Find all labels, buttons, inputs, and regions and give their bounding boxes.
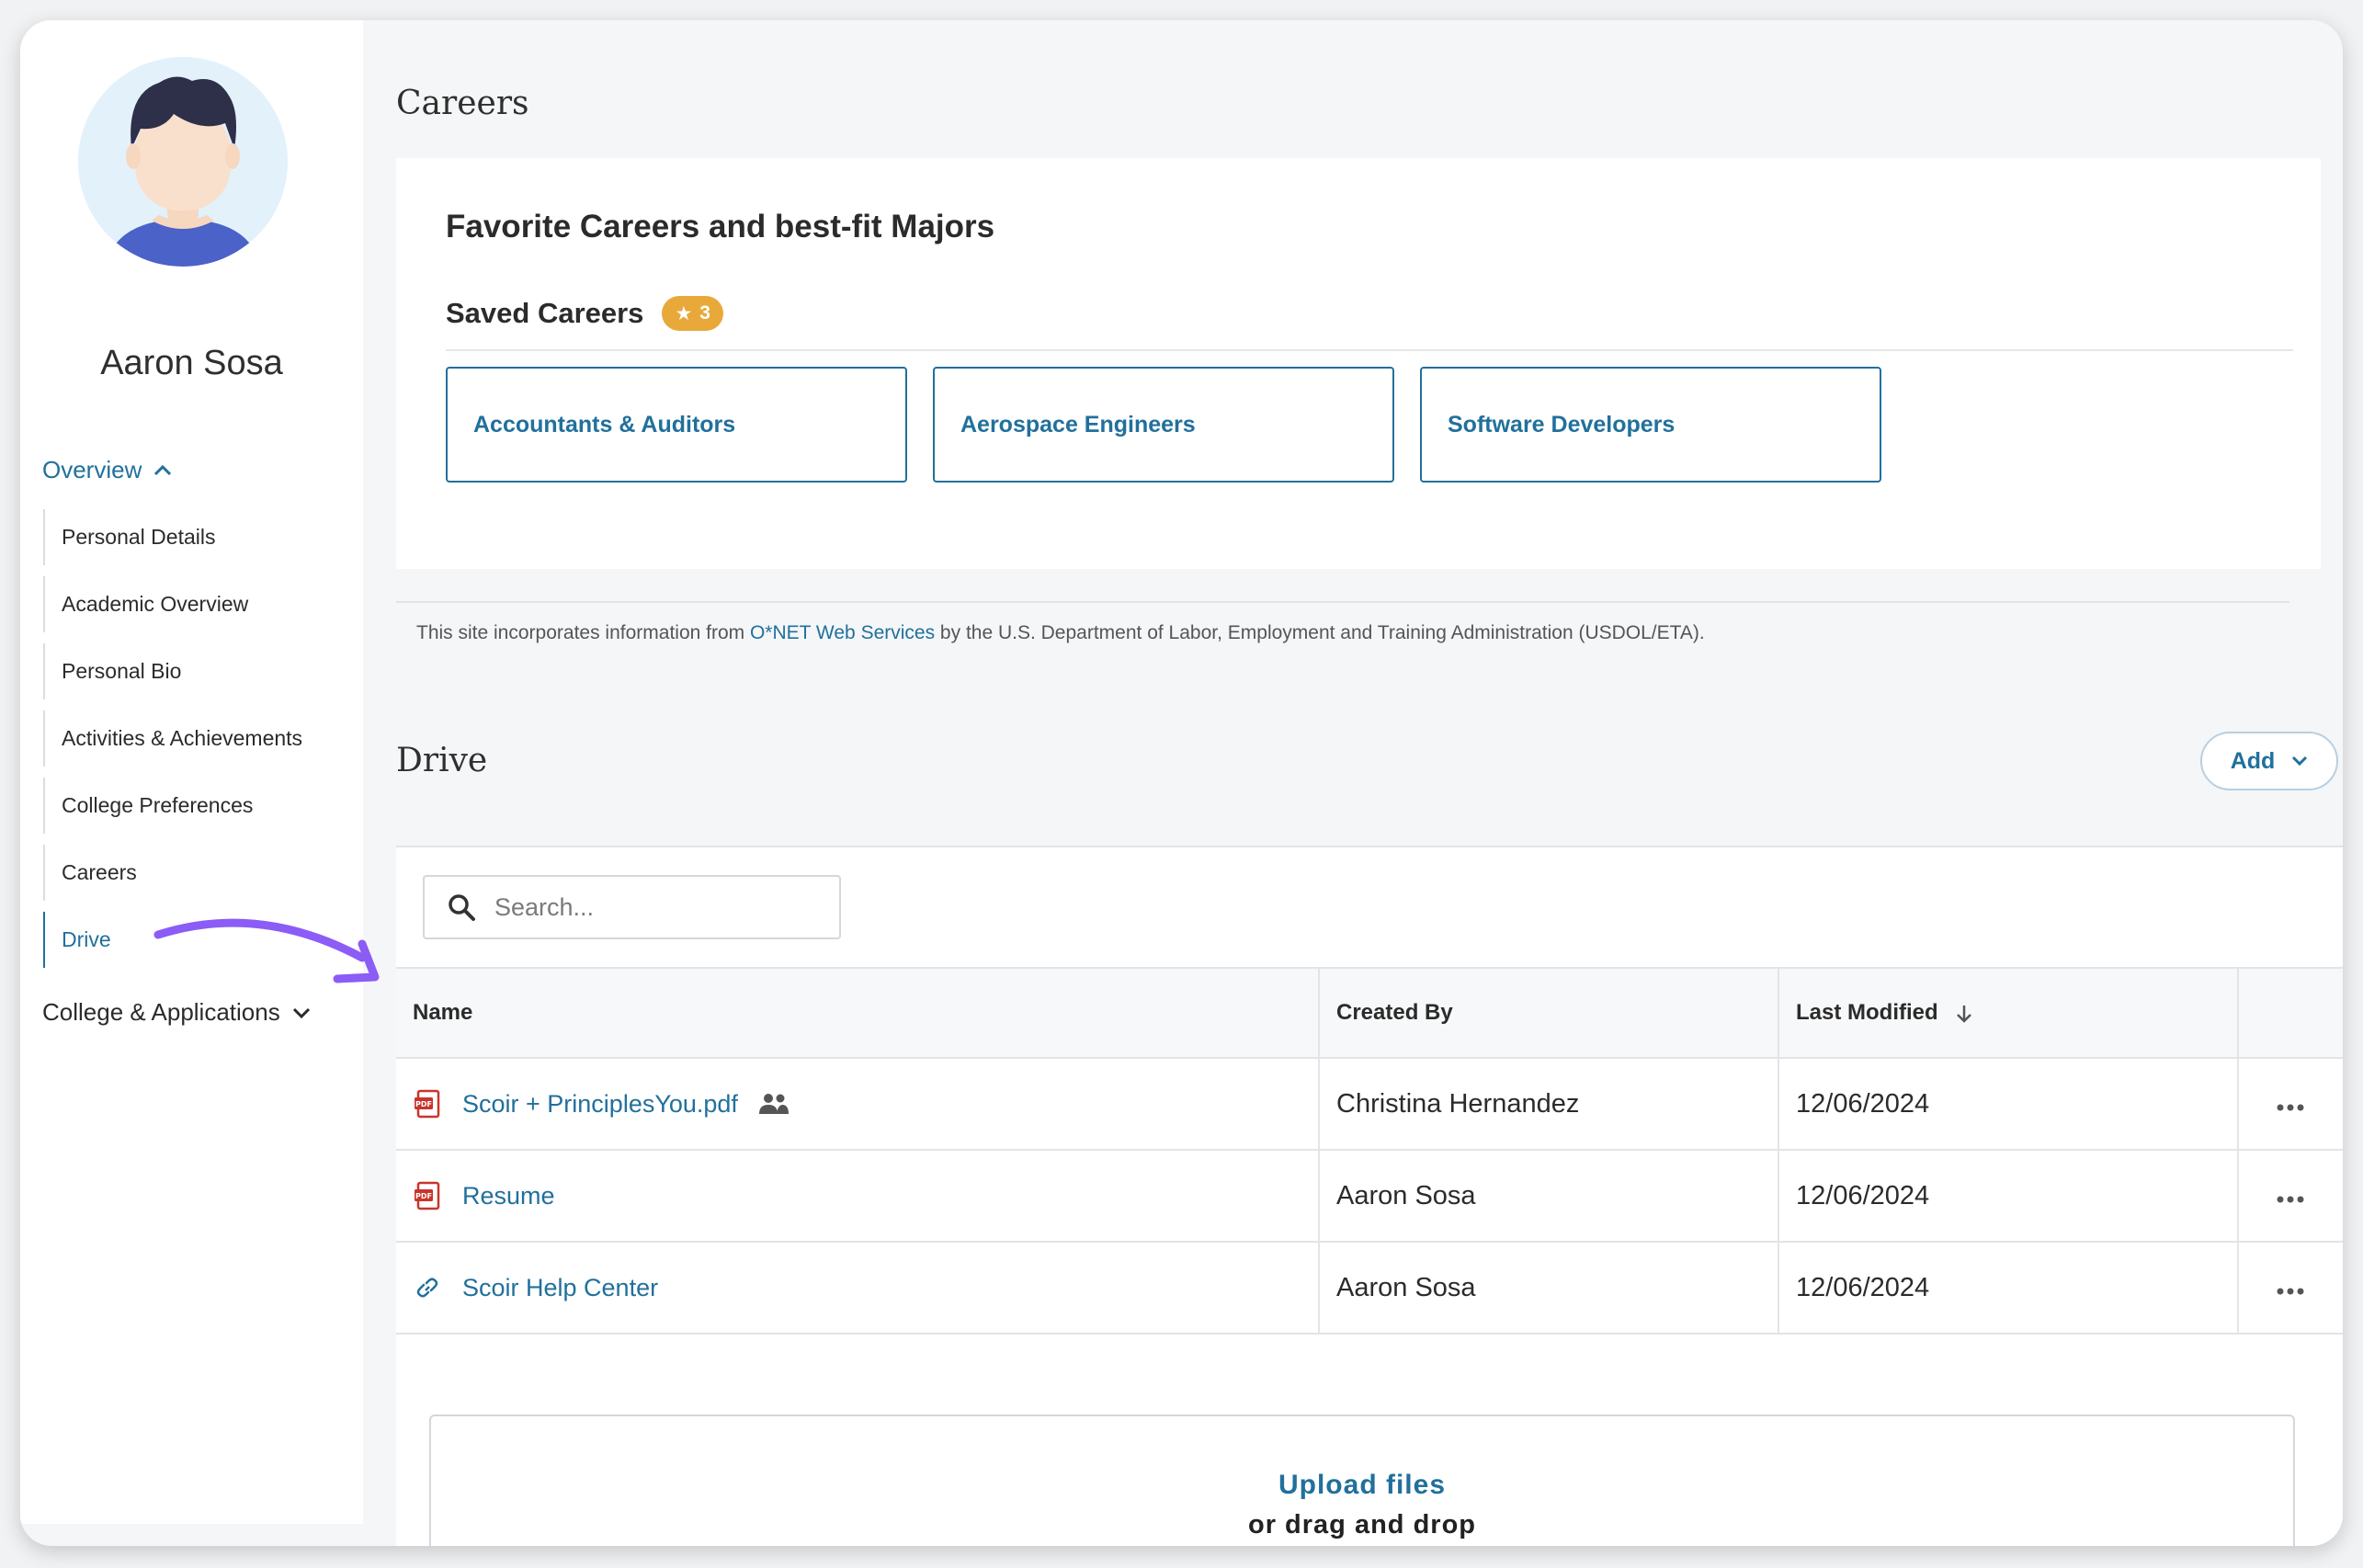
upload-dropzone[interactable]: Upload files or drag and drop: [429, 1415, 2295, 1546]
search-icon: [449, 894, 475, 921]
saved-careers-header: Saved Careers ★ 3: [446, 296, 723, 331]
svg-text:PDF: PDF: [415, 1100, 432, 1108]
created-by-cell: Christina Hernandez: [1318, 1058, 1778, 1151]
svg-text:PDF: PDF: [415, 1192, 432, 1200]
careers-card: Favorite Careers and best-fit Majors Sav…: [396, 158, 2321, 569]
nav-item-activities-achievements[interactable]: Activities & Achievements: [43, 710, 356, 767]
saved-careers-label: Saved Careers: [446, 297, 644, 329]
file-name-cell: Scoir Help Center: [396, 1242, 1319, 1335]
search-box: [423, 875, 841, 939]
divider: [446, 349, 2293, 351]
created-by-cell: Aaron Sosa: [1318, 1242, 1778, 1335]
more-horizontal-icon: [2277, 1288, 2304, 1294]
column-header-actions: [2237, 967, 2343, 1059]
more-options-button[interactable]: [2237, 1058, 2343, 1151]
table-row: Scoir Help Center Aaron Sosa 12/06/2024: [396, 1242, 2343, 1335]
add-button-label: Add: [2230, 747, 2276, 774]
avatar-illustration: [78, 57, 288, 267]
file-name-wrapper: PDF Scoir + PrinciplesYou.pdf: [413, 1088, 1317, 1119]
created-by-cell: Aaron Sosa: [1318, 1150, 1778, 1243]
saved-count: 3: [699, 302, 710, 324]
divider: [396, 601, 2289, 603]
nav-overview-label: Overview: [42, 456, 142, 483]
file-link[interactable]: Scoir Help Center: [462, 1274, 658, 1302]
column-header-created-by[interactable]: Created By: [1318, 967, 1778, 1059]
file-link[interactable]: Scoir + PrinciplesYou.pdf: [462, 1090, 738, 1119]
file-name-cell: PDF Scoir + PrinciplesYou.pdf: [396, 1058, 1319, 1151]
link-icon: [416, 1278, 438, 1298]
page-title: Careers: [396, 85, 529, 122]
drive-title: Drive: [396, 742, 488, 779]
star-icon: ★: [675, 302, 693, 324]
career-tile-software[interactable]: Software Developers: [1420, 367, 1881, 483]
nav-item-personal-bio[interactable]: Personal Bio: [43, 643, 356, 699]
more-horizontal-icon: [2277, 1196, 2304, 1202]
nav-item-personal-details[interactable]: Personal Details: [43, 509, 356, 565]
onet-link[interactable]: O*NET Web Services: [750, 622, 935, 643]
upload-files-link[interactable]: Upload files: [431, 1470, 2293, 1501]
sidebar: Aaron Sosa Overview Personal Details Aca…: [20, 20, 363, 1524]
last-modified-cell: 12/06/2024: [1778, 1150, 2238, 1243]
pdf-icon: PDF: [415, 1181, 440, 1210]
search-input[interactable]: [493, 892, 800, 923]
nav-item-academic-overview[interactable]: Academic Overview: [43, 576, 356, 632]
saved-count-badge: ★ 3: [662, 296, 723, 331]
pdf-icon: PDF: [415, 1089, 440, 1119]
file-name-cell: PDF Resume: [396, 1150, 1319, 1243]
career-tile-aerospace[interactable]: Aerospace Engineers: [933, 367, 1394, 483]
file-link[interactable]: Resume: [462, 1182, 555, 1210]
onet-text-after: by the U.S. Department of Labor, Employm…: [935, 622, 1705, 643]
onet-text-before: This site incorporates information from: [416, 622, 750, 643]
table-header-row: Name Created By Last Modified: [396, 967, 2343, 1059]
file-name-wrapper: Scoir Help Center: [413, 1274, 1317, 1302]
main-content: Careers Favorite Careers and best-fit Ma…: [363, 20, 2343, 1546]
nav-overview-toggle[interactable]: Overview: [42, 456, 173, 484]
column-header-last-modified[interactable]: Last Modified: [1778, 967, 2238, 1059]
sort-down-arrow-icon: [1957, 1005, 1972, 1023]
last-modified-cell: 12/06/2024: [1778, 1058, 2238, 1151]
chevron-up-icon: [154, 464, 172, 475]
user-name: Aaron Sosa: [100, 344, 283, 382]
table-row: PDF Resume Aaron Sosa 12/06/2024: [396, 1150, 2343, 1243]
saved-careers-list: Accountants & Auditors Aerospace Enginee…: [446, 367, 1881, 483]
onet-attribution: This site incorporates information from …: [416, 622, 1705, 644]
add-button[interactable]: Add: [2200, 732, 2338, 790]
column-header-name[interactable]: Name: [396, 967, 1319, 1059]
drive-panel: Name Created By Last Modified: [396, 846, 2343, 1546]
file-name-wrapper: PDF Resume: [413, 1180, 1317, 1211]
career-tile-accountants[interactable]: Accountants & Auditors: [446, 367, 907, 483]
shared-users-icon: [758, 1094, 789, 1114]
nav-item-careers[interactable]: Careers: [43, 845, 356, 901]
drag-drop-hint: or drag and drop: [1248, 1510, 1476, 1540]
column-header-last-modified-label: Last Modified: [1796, 1000, 1938, 1025]
more-options-button[interactable]: [2237, 1242, 2343, 1335]
chevron-down-icon: [2292, 756, 2308, 767]
app-window: Aaron Sosa Overview Personal Details Aca…: [20, 20, 2343, 1546]
more-horizontal-icon: [2277, 1104, 2304, 1110]
avatar: [78, 57, 288, 267]
more-options-button[interactable]: [2237, 1150, 2343, 1243]
nav-item-college-preferences[interactable]: College Preferences: [43, 778, 356, 834]
table-row: PDF Scoir + PrinciplesYou.pdf Christina …: [396, 1058, 2343, 1151]
last-modified-cell: 12/06/2024: [1778, 1242, 2238, 1335]
files-table: Name Created By Last Modified PDF Scoir …: [396, 967, 2343, 1335]
card-heading: Favorite Careers and best-fit Majors: [446, 209, 995, 244]
